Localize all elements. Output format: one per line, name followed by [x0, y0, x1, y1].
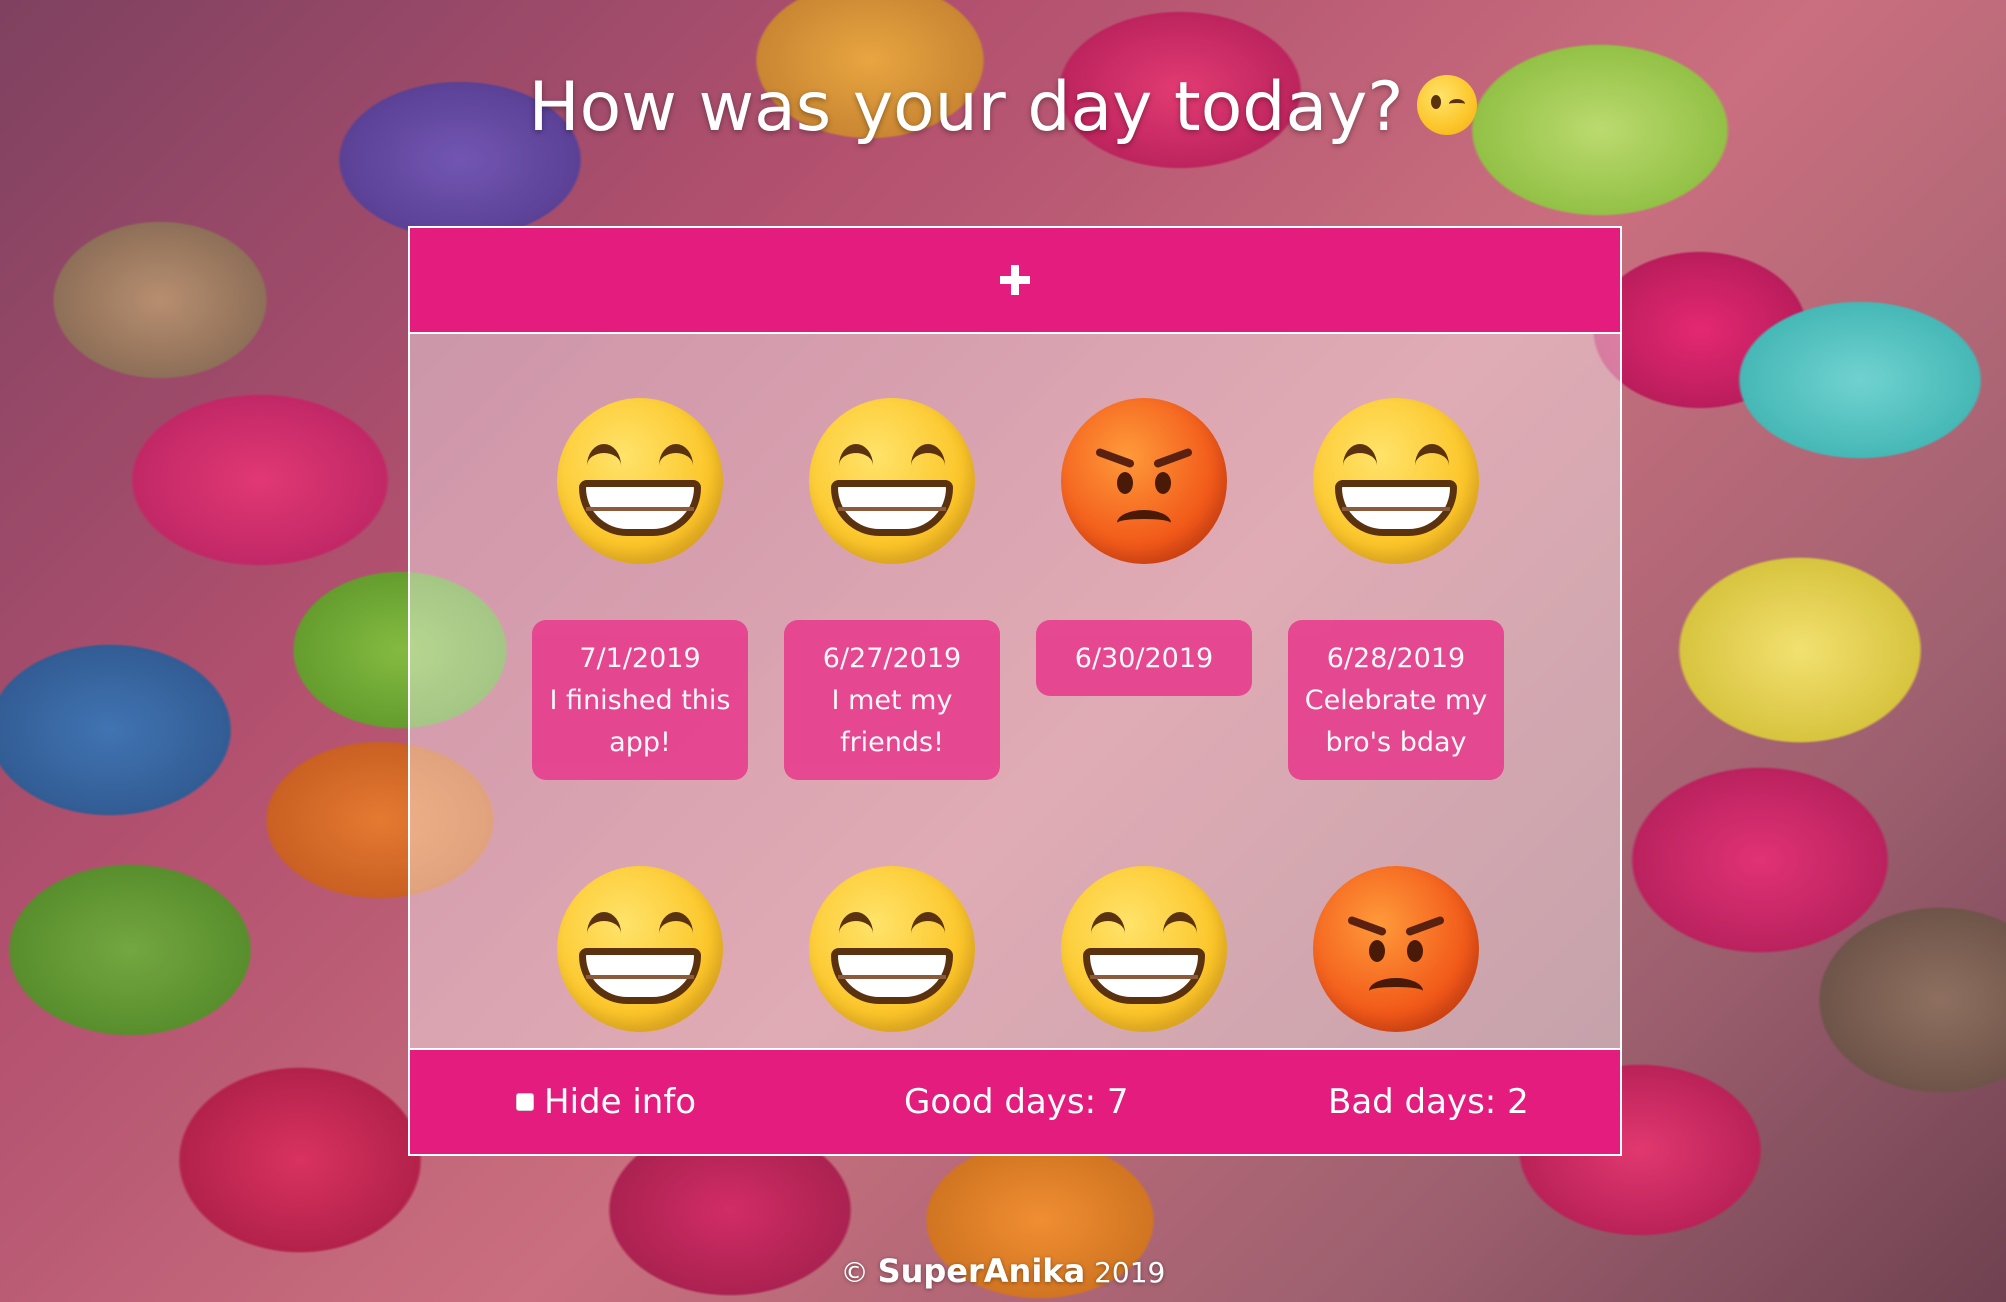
stats-bar: Hide info Good days: 7 Bad days: 2 [410, 1048, 1620, 1154]
day-note: 7/1/2019 I finished this app! [532, 620, 748, 780]
grinning-face-icon [809, 866, 975, 1032]
grinning-face-icon [1313, 398, 1479, 564]
day-card[interactable]: 7/1/2019 I finished this app! [532, 398, 748, 780]
day-card[interactable] [1036, 866, 1252, 1032]
copyright-footer: © SuperAnika 2019 [0, 1252, 2006, 1290]
day-note: 6/30/2019 [1036, 620, 1252, 696]
grinning-face-icon [557, 866, 723, 1032]
copyright-brand: SuperAnika [877, 1252, 1086, 1290]
day-date: 6/30/2019 [1074, 643, 1214, 674]
hide-info-label: Hide info [544, 1082, 697, 1122]
grinning-face-icon [1061, 866, 1227, 1032]
angry-face-icon [1061, 398, 1227, 564]
day-date: 6/28/2019 [1326, 643, 1466, 674]
page-title: How was your day today? [0, 68, 2006, 147]
add-day-button[interactable] [410, 228, 1620, 334]
plus-icon [1000, 265, 1030, 295]
day-card[interactable]: 6/27/2019 I met my friends! [784, 398, 1000, 780]
day-card[interactable] [1288, 866, 1504, 1032]
grinning-face-icon [557, 398, 723, 564]
mood-panel: 7/1/2019 I finished this app! 6/27/2019 … [408, 226, 1622, 1156]
day-date: 6/27/2019 [822, 643, 962, 674]
angry-face-icon [1313, 866, 1479, 1032]
day-note-text: Celebrate my bro's bday [1304, 685, 1488, 758]
hide-info-checkbox[interactable] [516, 1092, 534, 1111]
day-card[interactable]: 6/30/2019 [1036, 398, 1252, 696]
days-grid: 7/1/2019 I finished this app! 6/27/2019 … [410, 334, 1620, 1048]
copyright-symbol: © [840, 1256, 869, 1289]
day-card[interactable] [532, 866, 748, 1032]
page-title-text: How was your day today? [528, 68, 1404, 147]
day-note-text: I met my friends! [831, 685, 953, 758]
day-card[interactable] [784, 866, 1000, 1032]
good-days-count: Good days: 7 [904, 1082, 1129, 1122]
day-date: 7/1/2019 [579, 643, 701, 674]
bad-days-count: Bad days: 2 [1328, 1082, 1529, 1122]
day-card[interactable]: 6/28/2019 Celebrate my bro's bday [1288, 398, 1504, 780]
day-note: 6/28/2019 Celebrate my bro's bday [1288, 620, 1504, 780]
wink-emoji-icon [1417, 75, 1478, 136]
day-note-text: I finished this app! [549, 685, 731, 758]
hide-info-toggle[interactable]: Hide info [516, 1050, 696, 1154]
day-note: 6/27/2019 I met my friends! [784, 620, 1000, 780]
grinning-face-icon [809, 398, 975, 564]
copyright-year: 2019 [1094, 1256, 1166, 1289]
